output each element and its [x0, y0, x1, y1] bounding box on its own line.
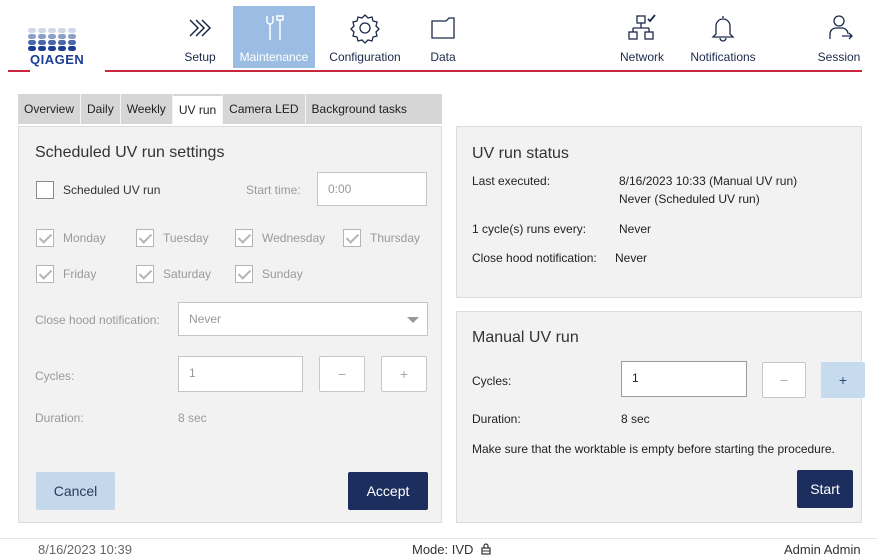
friday-label: Friday: [63, 267, 97, 281]
footer-datetime: 8/16/2023 10:39: [38, 542, 132, 557]
tab-daily[interactable]: Daily: [81, 94, 121, 124]
status-close-hood-label: Close hood notification:: [472, 251, 597, 265]
maintenance-tab-bar: Overview Daily Weekly UV run Camera LED …: [18, 94, 442, 124]
worktable-empty-notice: Make sure that the worktable is empty be…: [472, 442, 835, 456]
nav-notifications-label: Notifications: [690, 50, 756, 64]
uv-run-status-panel: UV run status Last executed: 8/16/2023 1…: [456, 126, 862, 298]
nav-data-label: Data: [430, 50, 456, 64]
nav-session-label: Session: [817, 50, 861, 64]
folder-icon: [431, 17, 455, 39]
footer-user[interactable]: Admin Admin: [784, 542, 861, 557]
scheduled-uv-run-label: Scheduled UV run: [63, 183, 161, 197]
nav-data-button[interactable]: Data: [418, 6, 468, 68]
manual-duration-label: Duration:: [472, 412, 521, 426]
wednesday-checkbox[interactable]: [235, 229, 253, 247]
sunday-checkbox[interactable]: [235, 265, 253, 283]
tab-uv-run[interactable]: UV run: [172, 94, 224, 124]
logo-dots: [28, 28, 104, 51]
scheduled-cycles-decrement-button[interactable]: −: [319, 356, 365, 392]
last-executed-label: Last executed:: [472, 174, 551, 188]
nav-session-button[interactable]: Session: [810, 6, 868, 68]
tuesday-label: Tuesday: [163, 231, 209, 245]
tuesday-checkbox[interactable]: [136, 229, 154, 247]
gear-icon: [350, 14, 380, 44]
nav-setup-button[interactable]: Setup: [170, 6, 230, 68]
thursday-checkbox[interactable]: [343, 229, 361, 247]
start-time-input[interactable]: 0:00: [317, 172, 427, 206]
bell-icon: [711, 16, 735, 42]
status-footer: 8/16/2023 10:39 Mode: IVD Admin Admin: [0, 538, 877, 559]
manual-panel-title: Manual UV run: [472, 329, 579, 346]
cycles-every-value: Never: [619, 222, 652, 236]
tab-overview[interactable]: Overview: [18, 94, 82, 124]
saturday-label: Saturday: [163, 267, 212, 281]
scheduled-panel-title: Scheduled UV run settings: [35, 144, 225, 161]
close-hood-select-value: Never: [189, 312, 222, 326]
monday-label: Monday: [63, 231, 106, 245]
footer-mode: Mode: IVD: [412, 542, 492, 557]
scheduled-cycles-label: Cycles:: [35, 369, 75, 383]
monday-checkbox[interactable]: [36, 229, 54, 247]
tools-icon: [266, 15, 284, 40]
scheduled-uv-run-checkbox[interactable]: [36, 181, 54, 199]
manual-cycles-input[interactable]: 1: [621, 361, 747, 397]
double-chevron-right-icon: [189, 19, 212, 37]
scheduled-duration-value: 8 sec: [178, 411, 207, 425]
friday-checkbox[interactable]: [36, 265, 54, 283]
tab-camera-led[interactable]: Camera LED: [223, 94, 306, 124]
manual-cycles-label: Cycles:: [472, 374, 512, 388]
nav-configuration-button[interactable]: Configuration: [320, 6, 410, 68]
last-executed-scheduled-value: Never (Scheduled UV run): [619, 192, 760, 206]
status-close-hood-value: Never: [615, 251, 648, 265]
wednesday-label: Wednesday: [262, 231, 326, 245]
logo-wordmark: QIAGEN: [30, 52, 85, 67]
scheduled-cycles-increment-button[interactable]: +: [381, 356, 427, 392]
user-logout-icon: [829, 15, 853, 40]
start-button[interactable]: Start: [797, 470, 853, 508]
tab-background-tasks[interactable]: Background tasks: [306, 94, 413, 124]
header-divider-left: [8, 70, 30, 72]
cancel-button[interactable]: Cancel: [36, 472, 115, 510]
nav-network-button[interactable]: Network: [614, 6, 670, 68]
top-navigation-bar: QIAGEN Setup Maintenance Configuration D…: [0, 0, 877, 80]
manual-cycles-increment-button[interactable]: +: [821, 362, 865, 398]
start-time-label: Start time:: [246, 183, 301, 197]
footer-mode-text: Mode: IVD: [412, 542, 474, 557]
nav-setup-label: Setup: [184, 50, 216, 64]
nav-configuration-label: Configuration: [329, 50, 401, 64]
scheduled-close-hood-label: Close hood notification:: [35, 313, 160, 327]
nav-maintenance-label: Maintenance: [239, 50, 309, 64]
lock-icon: [481, 543, 491, 555]
qiagen-logo: QIAGEN: [24, 28, 104, 68]
scheduled-cycles-input[interactable]: 1: [178, 356, 303, 392]
network-connected-icon: [628, 14, 656, 40]
tab-weekly[interactable]: Weekly: [121, 94, 173, 124]
nav-network-label: Network: [619, 50, 664, 64]
manual-cycles-decrement-button[interactable]: −: [762, 362, 806, 398]
accept-button[interactable]: Accept: [348, 472, 428, 510]
header-divider-right: [105, 70, 862, 72]
cycles-every-label: 1 cycle(s) runs every:: [472, 222, 587, 236]
manual-duration-value: 8 sec: [621, 412, 650, 426]
manual-uv-run-panel: Manual UV run Cycles: 1 − + Duration: 8 …: [456, 311, 865, 523]
nav-notifications-button[interactable]: Notifications: [680, 6, 766, 68]
saturday-checkbox[interactable]: [136, 265, 154, 283]
status-panel-title: UV run status: [472, 145, 569, 162]
scheduled-duration-label: Duration:: [35, 411, 84, 425]
scheduled-uv-run-panel: Scheduled UV run settings Scheduled UV r…: [18, 126, 442, 523]
sunday-label: Sunday: [262, 267, 303, 281]
close-hood-select[interactable]: Never: [178, 302, 428, 336]
nav-maintenance-button[interactable]: Maintenance: [233, 6, 315, 68]
chevron-down-icon: [407, 317, 419, 323]
thursday-label: Thursday: [370, 231, 421, 245]
last-executed-manual-value: 8/16/2023 10:33 (Manual UV run): [619, 174, 798, 188]
